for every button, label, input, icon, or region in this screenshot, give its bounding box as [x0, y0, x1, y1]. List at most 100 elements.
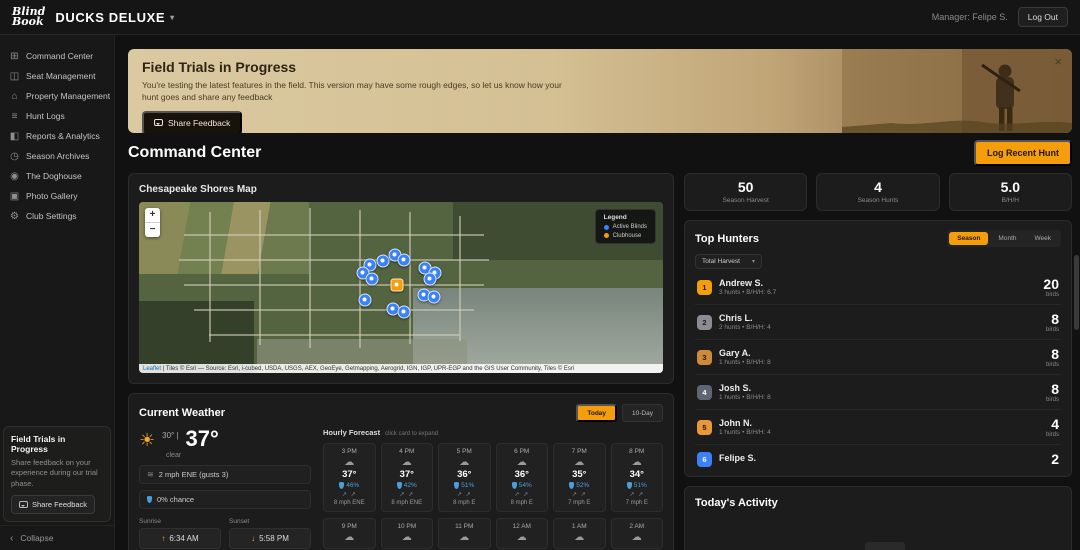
cloud-icon: ☁	[574, 532, 585, 544]
sun-icon: ☀	[139, 430, 156, 450]
rank-badge: 3	[697, 349, 712, 365]
attribution-text: | Tiles © Esri — Source: Esri, i-cubed, …	[162, 365, 575, 372]
tab-month[interactable]: Month	[990, 232, 1024, 245]
chevron-down-icon: ▾	[170, 12, 175, 22]
sidebar-item-photo-gallery[interactable]: ▣ Photo Gallery	[0, 186, 114, 206]
sunrise-arrow-icon: ↑	[161, 534, 166, 543]
droplet-icon	[511, 482, 517, 489]
hour-card[interactable]: 11 PM ☁	[438, 518, 491, 550]
sidebar-collapse-button[interactable]: ‹ Collapse	[0, 525, 114, 550]
sidebar-item-label: Photo Gallery	[26, 191, 78, 201]
ten-day-tab[interactable]: 10-Day	[622, 404, 663, 422]
doghouse-icon: ◉	[10, 170, 19, 182]
hunter-birds-unit: birds	[1045, 291, 1059, 298]
clubhouse-marker[interactable]	[390, 278, 404, 292]
close-icon[interactable]: ×	[1054, 54, 1062, 69]
logout-button[interactable]: Log Out	[1017, 7, 1068, 27]
sidebar-item-property-management[interactable]: ⌂ Property Management	[0, 86, 114, 106]
club-selector[interactable]: DUCKS DELUXE ▾	[55, 10, 174, 25]
tab-season[interactable]: Season	[949, 232, 989, 245]
sidebar-item-label: Command Center	[26, 51, 94, 61]
blind-marker[interactable]	[365, 272, 379, 286]
droplet-icon	[147, 496, 152, 503]
weather-title: Current Weather	[139, 407, 225, 419]
page-scrollbar[interactable]	[1074, 255, 1079, 330]
hour-card[interactable]: 10 PM ☁	[380, 518, 433, 550]
hunter-row[interactable]: 2 Chris L. 2 hunts • B/H/H: 4 8 birds	[695, 305, 1061, 340]
hunter-detail: 2 hunts • B/H/H: 4	[719, 324, 771, 332]
blind-marker[interactable]	[397, 305, 411, 319]
hour-temp: 36°	[457, 469, 472, 480]
hour-card[interactable]: 7 PM ☁ 35° 52% ↗ ↗ 7 mph E	[553, 443, 606, 513]
sidebar-item-club-settings[interactable]: ⚙ Club Settings	[0, 206, 114, 226]
activity-chart	[695, 517, 1061, 550]
sidebar-item-hunt-logs[interactable]: ≡ Hunt Logs	[0, 106, 114, 126]
harvest-filter-dropdown[interactable]: Total Harvest ▾	[695, 254, 762, 269]
blind-marker[interactable]	[427, 290, 441, 304]
blind-marker[interactable]	[397, 253, 411, 267]
cloud-icon: ☁	[344, 532, 355, 544]
hour-wind: 7 mph E	[625, 500, 648, 506]
activity-title: Today's Activity	[695, 497, 778, 509]
hunter-row[interactable]: 5 John N. 1 hunts • B/H/H: 4 4 birds	[695, 410, 1061, 445]
hunter-birds: 8	[1051, 380, 1059, 397]
hunter-row[interactable]: 1 Andrew S. 3 hunts • B/H/H: 6.7 20 bird…	[695, 270, 1061, 305]
leaflet-link[interactable]: Leaflet	[143, 366, 161, 372]
hour-precip: 51%	[633, 482, 647, 489]
topbar-right: Manager: Felipe S. Log Out	[932, 7, 1068, 27]
sunset-button[interactable]: ↓ 5:58 PM	[229, 528, 311, 549]
sunrise-button[interactable]: ↑ 6:34 AM	[139, 528, 221, 549]
sidebar-item-seat-management[interactable]: ◫ Seat Management	[0, 66, 114, 86]
hunter-name: Felipe S.	[719, 453, 757, 464]
gear-icon: ⚙	[10, 210, 19, 222]
wind-arrows-icon: ↗ ↗	[514, 492, 530, 498]
hour-temp: 35°	[572, 469, 587, 480]
hour-card[interactable]: 4 PM ☁ 37° 42% ↗ ↗ 8 mph ENE	[380, 443, 433, 513]
tab-week[interactable]: Week	[1027, 232, 1060, 245]
zoom-out-button[interactable]: −	[145, 223, 160, 237]
hour-wind: 8 mph E	[510, 500, 533, 506]
hour-time: 1 AM	[571, 523, 587, 531]
hour-card[interactable]: 8 PM ☁ 34° 51% ↗ ↗ 7 mph E	[610, 443, 663, 513]
hour-precip: 51%	[461, 482, 475, 489]
weather-header: Current Weather Today 10-Day	[139, 404, 663, 422]
legend-label: Clubhouse	[612, 232, 642, 239]
sidebar-item-command-center[interactable]: ⊞ Command Center	[0, 46, 114, 66]
hour-card[interactable]: 6 PM ☁ 36° 54% ↗ ↗ 8 mph E	[495, 443, 548, 513]
blind-marker[interactable]	[358, 293, 372, 307]
todays-activity-card: Today's Activity	[684, 486, 1072, 550]
hour-card[interactable]: 9 PM ☁	[323, 518, 376, 550]
hour-card[interactable]: 3 PM ☁ 37° 46% ↗ ↗ 8 mph ENE	[323, 443, 376, 513]
sidebar-item-the-doghouse[interactable]: ◉ The Doghouse	[0, 166, 114, 186]
blind-marker[interactable]	[423, 272, 437, 286]
banner-share-feedback-button[interactable]: Share Feedback	[142, 110, 243, 133]
sidebar-item-season-archives[interactable]: ◷ Season Archives	[0, 146, 114, 166]
blind-marker[interactable]	[376, 254, 390, 268]
sidebar-item-reports-analytics[interactable]: ◧ Reports & Analytics	[0, 126, 114, 146]
hunter-row[interactable]: 4 Josh S. 1 hunts • B/H/H: 8 8 birds	[695, 375, 1061, 410]
hour-card[interactable]: 2 AM ☁	[610, 518, 663, 550]
hour-time: 9 PM	[341, 523, 357, 531]
hunter-row[interactable]: 3 Gary A. 1 hunts • B/H/H: 8 8 birds	[695, 340, 1061, 375]
hour-wind: 8 mph ENE	[391, 500, 423, 506]
map-fields-area	[139, 202, 309, 274]
zoom-in-button[interactable]: +	[145, 208, 160, 223]
map-road	[259, 210, 261, 345]
hunter-name: Chris L.	[719, 312, 753, 323]
hunter-row[interactable]: 6 Felipe S. 2	[695, 445, 1061, 473]
log-recent-hunt-button[interactable]: Log Recent Hunt	[974, 140, 1072, 166]
today-tab[interactable]: Today	[576, 404, 618, 422]
manager-label: Manager: Felipe S.	[931, 12, 1008, 22]
hour-card[interactable]: 5 PM ☁ 36° 51% ↗ ↗ 8 mph E	[438, 443, 491, 513]
hour-time: 5 PM	[456, 448, 472, 455]
hour-card[interactable]: 1 AM ☁	[553, 518, 606, 550]
map-road	[209, 212, 211, 342]
current-temp: 37°	[185, 426, 219, 451]
chevron-left-icon: ‹	[10, 532, 14, 544]
hour-card[interactable]: 12 AM ☁	[495, 518, 548, 550]
satellite-map[interactable]: + − Legend Active Blinds Clubhouse Leafl…	[139, 202, 663, 373]
legend-item-clubhouse: Clubhouse	[603, 232, 647, 239]
hunter-name: John N.	[719, 417, 752, 428]
precip-chip: 0% chance	[139, 490, 311, 509]
sidebar-share-feedback-button[interactable]: Share Feedback	[11, 495, 96, 514]
